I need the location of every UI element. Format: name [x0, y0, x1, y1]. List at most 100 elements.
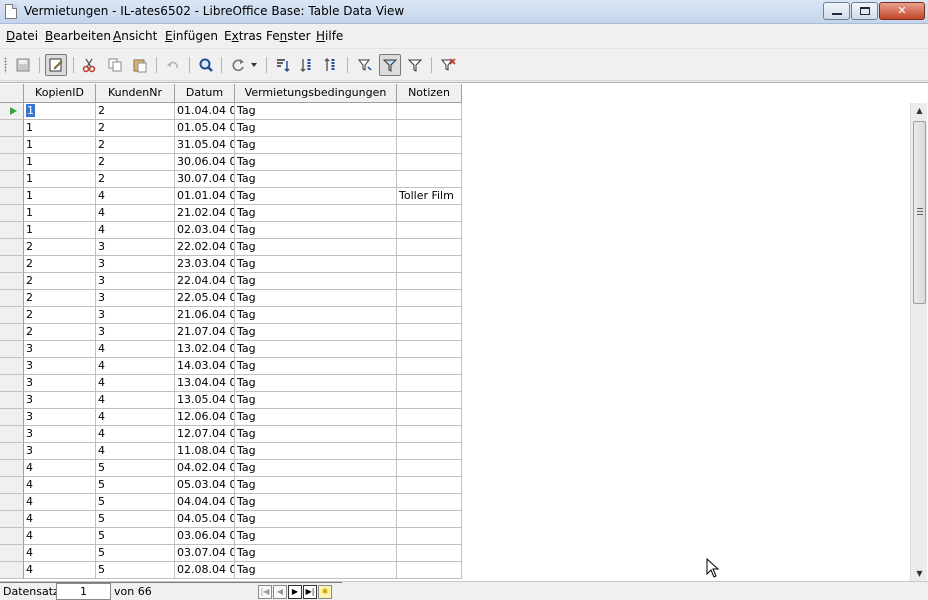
- cell-notizen[interactable]: [397, 307, 462, 324]
- menu-datei[interactable]: Datei: [6, 29, 38, 43]
- row-header[interactable]: [0, 205, 24, 222]
- cell-datum[interactable]: 02.03.04 00: [175, 222, 235, 239]
- cell-vermietungsbedingungen[interactable]: Tag: [235, 222, 397, 239]
- maximize-button[interactable]: [851, 2, 878, 20]
- cell-datum[interactable]: 01.01.04 00: [175, 188, 235, 205]
- autofilter-button[interactable]: [354, 54, 376, 76]
- cell-kopienid[interactable]: 4: [24, 528, 96, 545]
- cell-vermietungsbedingungen[interactable]: Tag: [235, 256, 397, 273]
- cell-kopienid[interactable]: 2: [24, 290, 96, 307]
- cell-notizen[interactable]: [397, 494, 462, 511]
- cell-kopienid[interactable]: 1: [24, 137, 96, 154]
- cell-kopienid[interactable]: 2: [24, 239, 96, 256]
- cell-kundennr[interactable]: 5: [96, 460, 175, 477]
- cell-kopienid[interactable]: 3: [24, 409, 96, 426]
- cell-kundennr[interactable]: 4: [96, 341, 175, 358]
- row-header[interactable]: [0, 528, 24, 545]
- cell-kundennr[interactable]: 5: [96, 494, 175, 511]
- cell-notizen[interactable]: [397, 426, 462, 443]
- row-header[interactable]: [0, 562, 24, 579]
- cell-datum[interactable]: 21.06.04 00: [175, 307, 235, 324]
- cell-kopienid[interactable]: 2: [24, 307, 96, 324]
- cell-vermietungsbedingungen[interactable]: Tag: [235, 324, 397, 341]
- cell-notizen[interactable]: [397, 120, 462, 137]
- cell-datum[interactable]: 13.05.04 00: [175, 392, 235, 409]
- cell-kundennr[interactable]: 2: [96, 137, 175, 154]
- cell-kopienid[interactable]: 4: [24, 545, 96, 562]
- cell-datum[interactable]: 03.07.04 00: [175, 545, 235, 562]
- cell-datum[interactable]: 04.05.04 00: [175, 511, 235, 528]
- cell-datum[interactable]: 02.08.04 00: [175, 562, 235, 579]
- vertical-scrollbar[interactable]: ▲ ▼: [910, 103, 927, 582]
- cell-vermietungsbedingungen[interactable]: Tag: [235, 205, 397, 222]
- column-header-datum[interactable]: Datum: [175, 84, 235, 103]
- cell-notizen[interactable]: [397, 392, 462, 409]
- cell-vermietungsbedingungen[interactable]: Tag: [235, 103, 397, 120]
- cell-notizen[interactable]: [397, 562, 462, 579]
- cell-vermietungsbedingungen[interactable]: Tag: [235, 290, 397, 307]
- cell-kopienid[interactable]: 4: [24, 511, 96, 528]
- cell-notizen[interactable]: [397, 137, 462, 154]
- row-header[interactable]: [0, 443, 24, 460]
- cell-notizen[interactable]: [397, 171, 462, 188]
- scroll-up-icon[interactable]: ▲: [911, 103, 928, 119]
- menu-extras[interactable]: Extras: [224, 29, 262, 43]
- cell-vermietungsbedingungen[interactable]: Tag: [235, 341, 397, 358]
- cell-datum[interactable]: 11.08.04 00: [175, 443, 235, 460]
- cell-kundennr[interactable]: 4: [96, 205, 175, 222]
- cell-datum[interactable]: 22.05.04 00: [175, 290, 235, 307]
- cell-kundennr[interactable]: 2: [96, 171, 175, 188]
- cell-kundennr[interactable]: 4: [96, 426, 175, 443]
- cell-notizen[interactable]: [397, 409, 462, 426]
- cell-kopienid[interactable]: 4: [24, 562, 96, 579]
- cell-kopienid[interactable]: 1: [24, 103, 96, 120]
- cell-vermietungsbedingungen[interactable]: Tag: [235, 494, 397, 511]
- row-header[interactable]: [0, 375, 24, 392]
- cell-vermietungsbedingungen[interactable]: Tag: [235, 460, 397, 477]
- undo-button[interactable]: [162, 54, 184, 76]
- cell-datum[interactable]: 13.04.04 00: [175, 375, 235, 392]
- cell-kopienid[interactable]: 2: [24, 256, 96, 273]
- apply-filter-button[interactable]: [379, 54, 401, 76]
- new-record-button[interactable]: ✱: [318, 585, 332, 599]
- refresh-dropdown-button[interactable]: [248, 54, 260, 76]
- cell-kundennr[interactable]: 4: [96, 392, 175, 409]
- column-header-notizen[interactable]: Notizen: [397, 84, 462, 103]
- cell-vermietungsbedingungen[interactable]: Tag: [235, 375, 397, 392]
- cell-datum[interactable]: 04.02.04 00: [175, 460, 235, 477]
- copy-button[interactable]: [104, 54, 126, 76]
- row-header[interactable]: [0, 307, 24, 324]
- row-header[interactable]: [0, 273, 24, 290]
- cell-datum[interactable]: 04.04.04 00: [175, 494, 235, 511]
- cell-kopienid[interactable]: 3: [24, 443, 96, 460]
- cell-datum[interactable]: 22.02.04 00: [175, 239, 235, 256]
- next-record-button[interactable]: ▶: [288, 585, 302, 599]
- cell-kopienid[interactable]: 4: [24, 477, 96, 494]
- corner-header[interactable]: [0, 84, 24, 103]
- record-number-field[interactable]: 1: [56, 583, 111, 600]
- cell-vermietungsbedingungen[interactable]: Tag: [235, 426, 397, 443]
- cell-vermietungsbedingungen[interactable]: Tag: [235, 188, 397, 205]
- scrollbar-thumb[interactable]: [913, 121, 926, 304]
- cell-notizen[interactable]: [397, 290, 462, 307]
- column-header-vermietungsbedingungen[interactable]: Vermietungsbedingungen: [235, 84, 397, 103]
- cell-kopienid[interactable]: 1: [24, 154, 96, 171]
- cell-datum[interactable]: 01.05.04 00: [175, 120, 235, 137]
- row-header[interactable]: [0, 426, 24, 443]
- cell-datum[interactable]: 13.02.04 00: [175, 341, 235, 358]
- horizontal-scrollbar[interactable]: [0, 582, 342, 583]
- row-header[interactable]: [0, 392, 24, 409]
- menu-bearbeiten[interactable]: Bearbeiten: [45, 29, 111, 43]
- cell-vermietungsbedingungen[interactable]: Tag: [235, 477, 397, 494]
- cell-kopienid[interactable]: 4: [24, 494, 96, 511]
- cell-datum[interactable]: 30.06.04 00: [175, 154, 235, 171]
- cell-vermietungsbedingungen[interactable]: Tag: [235, 443, 397, 460]
- cell-kundennr[interactable]: 4: [96, 358, 175, 375]
- edit-data-button[interactable]: [45, 54, 67, 76]
- menu-hilfe[interactable]: Hilfe: [316, 29, 343, 43]
- cell-notizen[interactable]: [397, 154, 462, 171]
- row-header[interactable]: [0, 188, 24, 205]
- row-header[interactable]: [0, 324, 24, 341]
- cell-datum[interactable]: 30.07.04 00: [175, 171, 235, 188]
- column-header-kundennr[interactable]: KundenNr: [96, 84, 175, 103]
